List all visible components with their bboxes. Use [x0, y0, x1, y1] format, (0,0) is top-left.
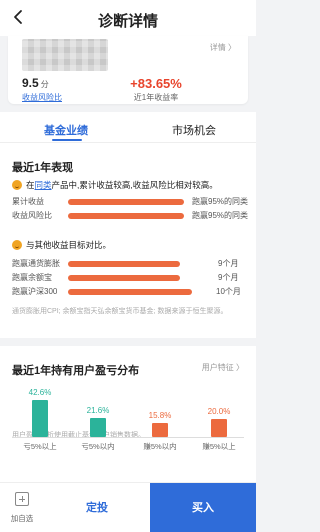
- benchmark-row-value: 9个月: [218, 273, 239, 282]
- data-source-note: 通货膨胀用CPI; 余额宝指天弘余额宝货币基金; 数据来源于恒生聚源。: [12, 308, 228, 315]
- distribution-bar: [32, 400, 48, 437]
- tab-market-opportunity[interactable]: 市场机会: [172, 122, 216, 138]
- distribution-value-label: 21.6%: [86, 406, 110, 415]
- performance-title: 最近1年表现: [12, 162, 74, 174]
- peer-row-bar: [68, 199, 184, 205]
- distribution-bar: [152, 423, 168, 437]
- smile-emoji-icon: [12, 180, 22, 190]
- benchmark-row-bar: [68, 275, 180, 281]
- peer-row-value: 跑赢95%的同类: [192, 211, 249, 220]
- tab-fund-performance[interactable]: 基金业绩: [44, 122, 88, 138]
- statement-suffix: 产品中,累计收益较高,收益风险比相对较高。: [51, 180, 218, 190]
- distribution-value-label: 20.0%: [207, 407, 231, 416]
- add-watchlist-icon: [15, 492, 29, 506]
- bottom-action-bar: 加自选 定投 买入: [0, 482, 256, 532]
- benchmark-row-label: 跑赢沪深300: [12, 287, 58, 296]
- detail-link[interactable]: 详情 〉: [210, 42, 236, 53]
- annual-return-value: +83.65%: [130, 76, 182, 91]
- peer-row-bar: [68, 213, 184, 219]
- fund-name-blurred: [22, 39, 108, 71]
- distribution-title: 最近1年持有用户盈亏分布: [12, 365, 140, 377]
- page-title: 诊断详情: [97, 13, 158, 30]
- benchmark-row-bar: [68, 261, 180, 267]
- distribution-category-label: 亏5%以内: [81, 442, 115, 451]
- chart-baseline: [12, 437, 244, 438]
- fund-summary-card: 详情 〉 9.5 分 收益风险比 +83.65% 近1年收益率: [8, 36, 248, 104]
- peer-row-value: 跑赢95%的同类: [192, 197, 249, 206]
- risk-score-unit: 分: [40, 80, 49, 89]
- peer-row-label: 收益风险比: [12, 211, 52, 220]
- distribution-bar: [211, 419, 227, 437]
- distribution-category-label: 赚5%以内: [143, 442, 177, 451]
- risk-ratio-link[interactable]: 收益风险比: [22, 92, 62, 103]
- peer-link[interactable]: 同类: [35, 180, 52, 190]
- distribution-category-label: 亏5%以上: [23, 442, 57, 451]
- distribution-bar: [90, 418, 106, 437]
- peer-statement: 在同类产品中,累计收益较高,收益风险比相对较高。: [26, 179, 218, 191]
- benchmark-row-value: 9个月: [218, 259, 239, 268]
- benchmark-row-label: 跑赢余额宝: [12, 273, 52, 282]
- benchmark-statement: 与其他收益目标对比。: [26, 240, 112, 250]
- auto-invest-button[interactable]: 定投: [44, 483, 150, 532]
- performance-section: 最近1年表现 在同类产品中,累计收益较高,收益风险比相对较高。 累计收益 跑赢9…: [0, 142, 256, 338]
- distribution-category-label: 赚5%以上: [202, 442, 236, 451]
- add-watchlist-button[interactable]: 加自选: [0, 483, 44, 532]
- distribution-value-label: 15.8%: [148, 411, 172, 420]
- risk-score: 9.5 分: [22, 76, 49, 90]
- statement-prefix: 在: [26, 180, 35, 190]
- user-feature-link[interactable]: 用户特征 〉: [202, 362, 244, 373]
- distribution-value-label: 42.6%: [28, 388, 52, 397]
- benchmark-row-value: 10个月: [216, 287, 241, 296]
- nav-bar: 诊断详情: [0, 0, 256, 36]
- buy-button[interactable]: 买入: [150, 483, 256, 532]
- active-tab-indicator: [52, 139, 82, 141]
- smile-emoji-icon: [12, 240, 22, 250]
- risk-score-value: 9.5: [22, 76, 39, 90]
- benchmark-row-label: 跑赢通货膨胀: [12, 259, 60, 268]
- annual-return-label: 近1年收益率: [133, 93, 179, 102]
- benchmark-row-bar: [68, 289, 192, 295]
- tab-bar: 基金业绩 市场机会: [0, 112, 256, 142]
- peer-row-label: 累计收益: [12, 197, 44, 206]
- add-watchlist-label: 加自选: [10, 514, 34, 523]
